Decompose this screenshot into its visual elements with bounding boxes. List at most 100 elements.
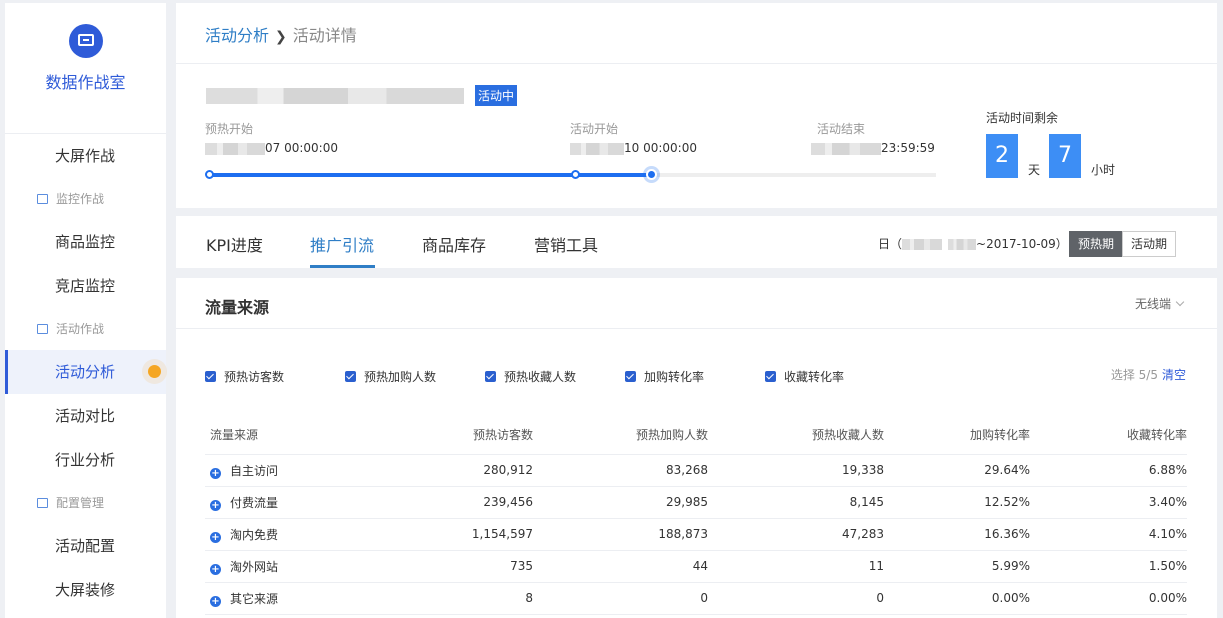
- value-cell: 0: [708, 582, 884, 615]
- breadcrumb-current: 活动详情: [292, 26, 357, 45]
- value-cell: 735: [365, 550, 533, 583]
- table-row: + 自主访问 280,912 83,268 19,338 29.64% 6.88%: [205, 454, 1187, 487]
- sidebar-item[interactable]: 大屏装修: [5, 568, 166, 612]
- metric-checkbox[interactable]: 预热收藏人数: [485, 368, 576, 385]
- phase-label-start: 活动开始: [570, 122, 619, 136]
- countdown-days-unit: 天: [1028, 163, 1041, 177]
- value-cell: 0.00%: [1030, 582, 1187, 615]
- date-range-picker[interactable]: 日（ ~2017-10-09）: [878, 235, 1082, 252]
- value-cell: 12.52%: [884, 486, 1030, 519]
- expand-plus-icon[interactable]: +: [210, 563, 221, 575]
- value-cell: 6.88%: [1030, 454, 1187, 487]
- column-header: 加购转化率: [884, 416, 1030, 455]
- checkbox-checked-icon[interactable]: [765, 371, 776, 382]
- sidebar-group-label: 配置管理: [5, 482, 166, 524]
- building-icon: [37, 324, 48, 334]
- value-cell: 44: [533, 550, 708, 583]
- active-tab-indicator: [310, 265, 375, 268]
- sidebar: 数据作战室 大屏作战 监控作战 商品监控 竞店监控 活动作战 活动分析 活动对比 行业分析 配置…: [5, 3, 166, 618]
- value-cell: 11: [708, 550, 884, 583]
- source-cell: + 其它来源: [205, 582, 365, 615]
- checkbox-checked-icon[interactable]: [205, 371, 216, 382]
- value-cell: 0.00%: [884, 582, 1030, 615]
- breadcrumb-parent-link[interactable]: 活动分析: [205, 26, 269, 45]
- metric-checkbox[interactable]: 加购转化率: [625, 368, 704, 385]
- value-cell: 83,268: [533, 454, 708, 487]
- value-cell: 29,985: [533, 486, 708, 519]
- tab-inventory[interactable]: 商品库存: [422, 232, 486, 256]
- dashboard-logo-icon: [68, 24, 103, 58]
- column-header: 预热加购人数: [533, 416, 708, 455]
- column-header: 预热访客数: [365, 416, 533, 455]
- active-indicator-dot: [148, 365, 161, 378]
- progress-node-start: [571, 170, 580, 179]
- value-cell: 8: [365, 582, 533, 615]
- value-cell: 16.36%: [884, 518, 1030, 551]
- value-cell: 5.99%: [884, 550, 1030, 583]
- device-selector[interactable]: 无线端: [1135, 295, 1185, 312]
- table-row: + 淘外网站 735 44 11 5.99% 1.50%: [205, 550, 1187, 583]
- value-cell: 1,154,597: [365, 518, 533, 551]
- sidebar-group-label: 活动作战: [5, 308, 166, 350]
- chevron-right-icon: ❯: [275, 29, 287, 45]
- building-icon: [37, 194, 48, 204]
- sidebar-item[interactable]: 活动配置: [5, 524, 166, 568]
- countdown-hours: 7: [1049, 134, 1081, 178]
- expand-plus-icon[interactable]: +: [210, 499, 221, 511]
- sidebar-nav: 大屏作战 监控作战 商品监控 竞店监控 活动作战 活动分析 活动对比 行业分析 配置管理 活动配置…: [5, 134, 166, 612]
- progress-node-preheat: [205, 170, 214, 179]
- source-cell: + 淘外网站: [205, 550, 365, 583]
- sidebar-item[interactable]: 行业分析: [5, 438, 166, 482]
- table-row: + 付费流量 239,456 29,985 8,145 12.52% 3.40%: [205, 486, 1187, 519]
- value-cell: 1.50%: [1030, 550, 1187, 583]
- checkbox-checked-icon[interactable]: [625, 371, 636, 382]
- source-cell: + 付费流量: [205, 486, 365, 519]
- period-activity-button[interactable]: 活动期: [1122, 231, 1176, 257]
- metric-checkbox[interactable]: 预热加购人数: [345, 368, 436, 385]
- checkbox-checked-icon[interactable]: [345, 371, 356, 382]
- phase-time-preheat: 07 00:00:00: [205, 141, 338, 155]
- phase-label-end: 活动结束: [817, 122, 866, 136]
- tab-kpi[interactable]: KPI进度: [206, 232, 263, 256]
- period-preheat-button[interactable]: 预热期: [1069, 231, 1123, 257]
- clear-selection-link[interactable]: 清空: [1162, 368, 1186, 382]
- progress-fill: [209, 173, 653, 177]
- value-cell: 19,338: [708, 454, 884, 487]
- phase-time-start: 10 00:00:00: [570, 141, 697, 155]
- table-header-row: 流量来源 预热访客数 预热加购人数 预热收藏人数 加购转化率 收藏转化率: [205, 416, 1187, 455]
- expand-plus-icon[interactable]: +: [210, 595, 221, 607]
- chevron-down-icon: [1175, 297, 1185, 307]
- source-cell: + 自主访问: [205, 454, 365, 487]
- metric-checkbox[interactable]: 收藏转化率: [765, 368, 844, 385]
- phase-time-end: 23:59:59: [811, 141, 935, 155]
- sidebar-item[interactable]: 活动分析: [5, 350, 166, 394]
- remaining-time-label: 活动时间剩余: [986, 111, 1059, 125]
- building-icon: [37, 498, 48, 508]
- selection-info: 选择 5/5 清空: [1110, 368, 1186, 382]
- value-cell: 280,912: [365, 454, 533, 487]
- value-cell: 8,145: [708, 486, 884, 519]
- column-header: 流量来源: [205, 416, 365, 455]
- sidebar-item[interactable]: 大屏作战: [5, 134, 166, 178]
- value-cell: 188,873: [533, 518, 708, 551]
- metric-checkbox[interactable]: 预热访客数: [205, 368, 284, 385]
- checkbox-checked-icon[interactable]: [485, 371, 496, 382]
- breadcrumb: 活动分析 ❯ 活动详情: [176, 3, 1217, 64]
- expand-plus-icon[interactable]: +: [210, 531, 221, 543]
- countdown-days: 2: [986, 134, 1018, 178]
- sidebar-item[interactable]: 活动对比: [5, 394, 166, 438]
- sidebar-item[interactable]: 竞店监控: [5, 264, 166, 308]
- sidebar-item[interactable]: 商品监控: [5, 220, 166, 264]
- tab-bar: KPI进度 推广引流 商品库存 营销工具 日（ ~2017-10-09） 预热期 …: [176, 216, 1217, 268]
- traffic-table: 流量来源 预热访客数 预热加购人数 预热收藏人数 加购转化率 收藏转化率 + 自主访问 280…: [205, 416, 1187, 615]
- value-cell: 239,456: [365, 486, 533, 519]
- progress-node-current: [646, 169, 658, 180]
- table-row: + 淘内免费 1,154,597 188,873 47,283 16.36% 4.10%: [205, 518, 1187, 551]
- section-title: 流量来源: [205, 298, 270, 317]
- tab-marketing[interactable]: 营销工具: [534, 232, 598, 256]
- phase-label-preheat: 预热开始: [205, 122, 254, 136]
- tab-promotion[interactable]: 推广引流: [310, 232, 374, 256]
- expand-plus-icon[interactable]: +: [210, 467, 221, 479]
- value-cell: 0: [533, 582, 708, 615]
- value-cell: 47,283: [708, 518, 884, 551]
